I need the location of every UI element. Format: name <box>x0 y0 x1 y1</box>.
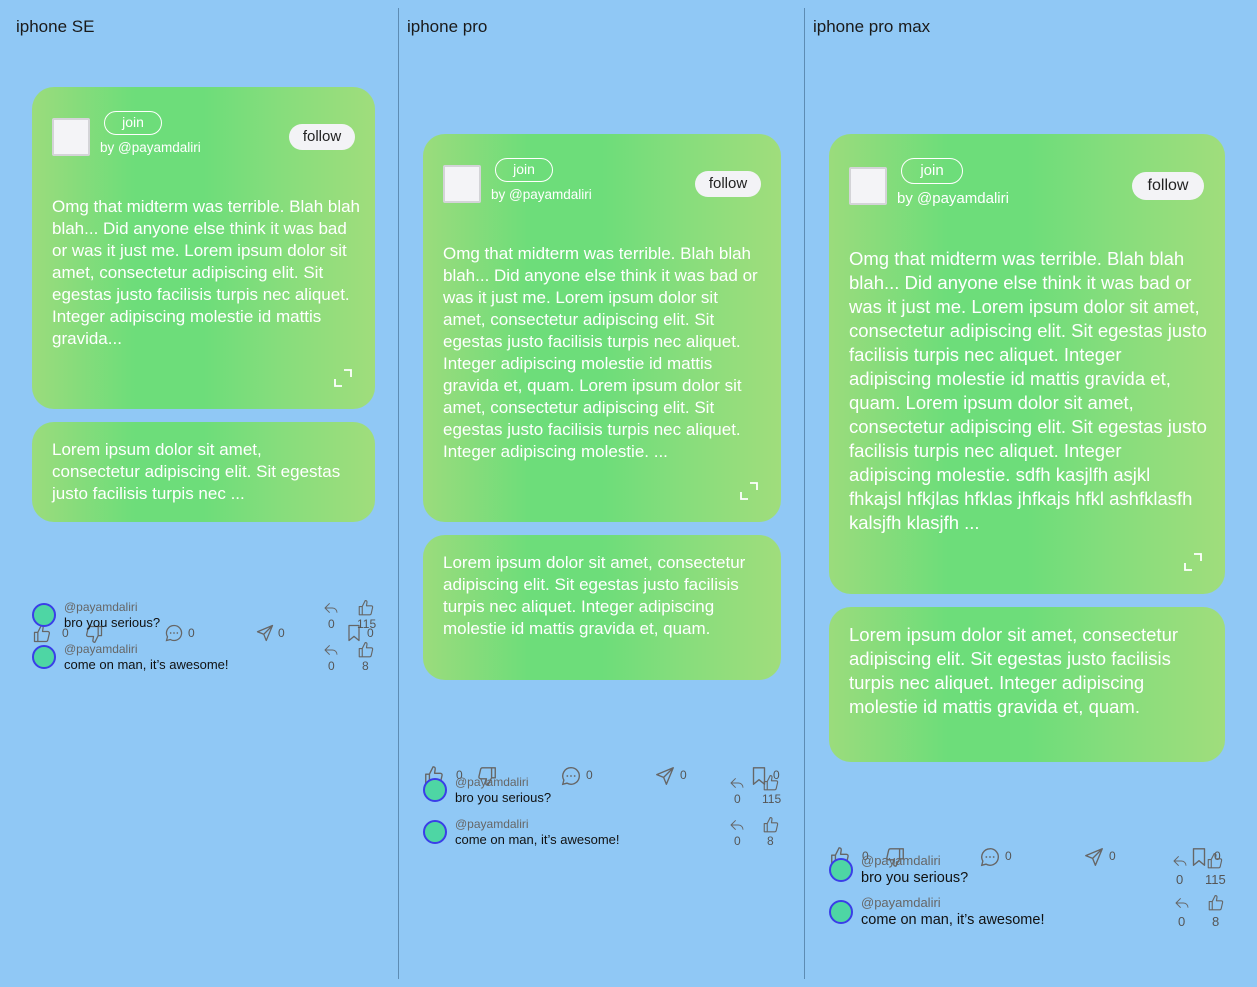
reply-card[interactable]: Lorem ipsum dolor sit amet, consectetur … <box>423 535 781 680</box>
reply-count: 0 <box>328 617 335 631</box>
post-text: Omg that midterm was terrible. Blah blah… <box>52 197 361 348</box>
comment-username[interactable]: @payamdaliri <box>861 853 941 868</box>
column-divider <box>804 8 805 979</box>
reply-icon[interactable] <box>323 642 339 658</box>
comment-like-count: 8 <box>1212 914 1220 929</box>
comment-like-icon[interactable] <box>357 641 375 659</box>
comment-avatar[interactable] <box>32 603 56 627</box>
expand-icon[interactable] <box>1183 552 1203 572</box>
reply-text: Lorem ipsum dolor sit amet, consectetur … <box>443 553 746 638</box>
reply-count: 0 <box>1176 872 1184 887</box>
post-byline: by @payamdaliri <box>491 187 592 202</box>
reply-text: Lorem ipsum dolor sit amet, consectetur … <box>849 624 1179 717</box>
comment-text: bro you serious? <box>455 790 552 805</box>
comment-avatar[interactable] <box>32 645 56 669</box>
reply-count: 0 <box>328 659 335 673</box>
reply-icon[interactable] <box>729 775 745 791</box>
expand-icon[interactable] <box>333 368 353 388</box>
reply-text: Lorem ipsum dolor sit amet, consectetur … <box>52 440 341 503</box>
comment-like-count: 115 <box>762 792 782 806</box>
comment-avatar[interactable] <box>829 900 853 924</box>
share-icon[interactable] <box>255 623 275 643</box>
join-button[interactable]: join <box>495 158 553 182</box>
comment-count: 0 <box>586 768 593 782</box>
reply-icon[interactable] <box>323 600 339 616</box>
comment-like-count: 8 <box>362 659 369 673</box>
comment-username[interactable]: @payamdaliri <box>861 895 941 910</box>
comment-like-count: 115 <box>357 617 377 631</box>
comment-text: bro you serious? <box>861 870 969 886</box>
reply-count: 0 <box>734 834 741 848</box>
share-icon[interactable] <box>654 765 676 787</box>
comment-text: bro you serious? <box>64 615 161 630</box>
comment-like-icon[interactable] <box>762 774 780 792</box>
comment-like-icon[interactable] <box>762 816 780 834</box>
comment-avatar[interactable] <box>829 858 853 882</box>
share-count: 0 <box>680 768 687 782</box>
reply-icon[interactable] <box>729 817 745 833</box>
comment-text: come on man, it’s awesome! <box>455 832 620 847</box>
post-card[interactable]: join by @payamdaliri follow Omg that mid… <box>32 87 375 409</box>
comment-username[interactable]: @payamdaliri <box>64 642 138 656</box>
reply-icon[interactable] <box>1172 853 1188 869</box>
comment-avatar[interactable] <box>423 820 447 844</box>
reply-count: 0 <box>734 792 741 806</box>
comment-icon[interactable] <box>164 623 184 643</box>
comment-count: 0 <box>1005 849 1012 863</box>
reply-card[interactable]: Lorem ipsum dolor sit amet, consectetur … <box>32 422 375 522</box>
comment-count: 0 <box>188 626 195 640</box>
comment-username[interactable]: @payamdaliri <box>455 775 529 789</box>
comment-avatar[interactable] <box>423 778 447 802</box>
comment-icon[interactable] <box>979 846 1001 868</box>
comment-icon[interactable] <box>560 765 582 787</box>
follow-button[interactable]: follow <box>695 171 761 197</box>
join-button[interactable]: join <box>104 111 162 135</box>
comment-username[interactable]: @payamdaliri <box>64 600 138 614</box>
column-title-iphone-pro-max: iphone pro max <box>813 17 931 36</box>
share-icon[interactable] <box>1083 846 1105 868</box>
reply-card[interactable]: Lorem ipsum dolor sit amet, consectetur … <box>829 607 1225 762</box>
post-byline: by @payamdaliri <box>100 140 201 155</box>
comment-like-count: 115 <box>1205 872 1226 887</box>
comment-like-icon[interactable] <box>357 599 375 617</box>
post-avatar[interactable] <box>52 118 90 156</box>
comment-like-icon[interactable] <box>1207 894 1225 912</box>
join-button[interactable]: join <box>901 158 963 184</box>
post-card[interactable]: join by @payamdaliri follow Omg that mid… <box>423 134 781 522</box>
like-icon[interactable] <box>32 624 52 644</box>
column-title-iphone-se: iphone SE <box>16 17 95 36</box>
comment-like-icon[interactable] <box>1206 852 1224 870</box>
comment-like-count: 8 <box>767 834 774 848</box>
post-text: Omg that midterm was terrible. Blah blah… <box>849 248 1207 533</box>
follow-button[interactable]: follow <box>289 124 355 150</box>
post-avatar[interactable] <box>849 167 887 205</box>
comment-username[interactable]: @payamdaliri <box>455 817 529 831</box>
comment-text: come on man, it’s awesome! <box>861 912 1045 928</box>
follow-button[interactable]: follow <box>1132 172 1204 200</box>
reply-icon[interactable] <box>1174 895 1190 911</box>
post-byline: by @payamdaliri <box>897 190 1009 207</box>
post-avatar[interactable] <box>443 165 481 203</box>
comment-text: come on man, it’s awesome! <box>64 657 229 672</box>
share-count: 0 <box>278 626 285 640</box>
expand-icon[interactable] <box>739 481 759 501</box>
share-count: 0 <box>1109 849 1116 863</box>
reply-count: 0 <box>1178 914 1186 929</box>
post-text: Omg that midterm was terrible. Blah blah… <box>443 244 758 461</box>
column-divider <box>398 8 399 979</box>
post-card[interactable]: join by @payamdaliri follow Omg that mid… <box>829 134 1225 594</box>
column-title-iphone-pro: iphone pro <box>407 17 488 36</box>
